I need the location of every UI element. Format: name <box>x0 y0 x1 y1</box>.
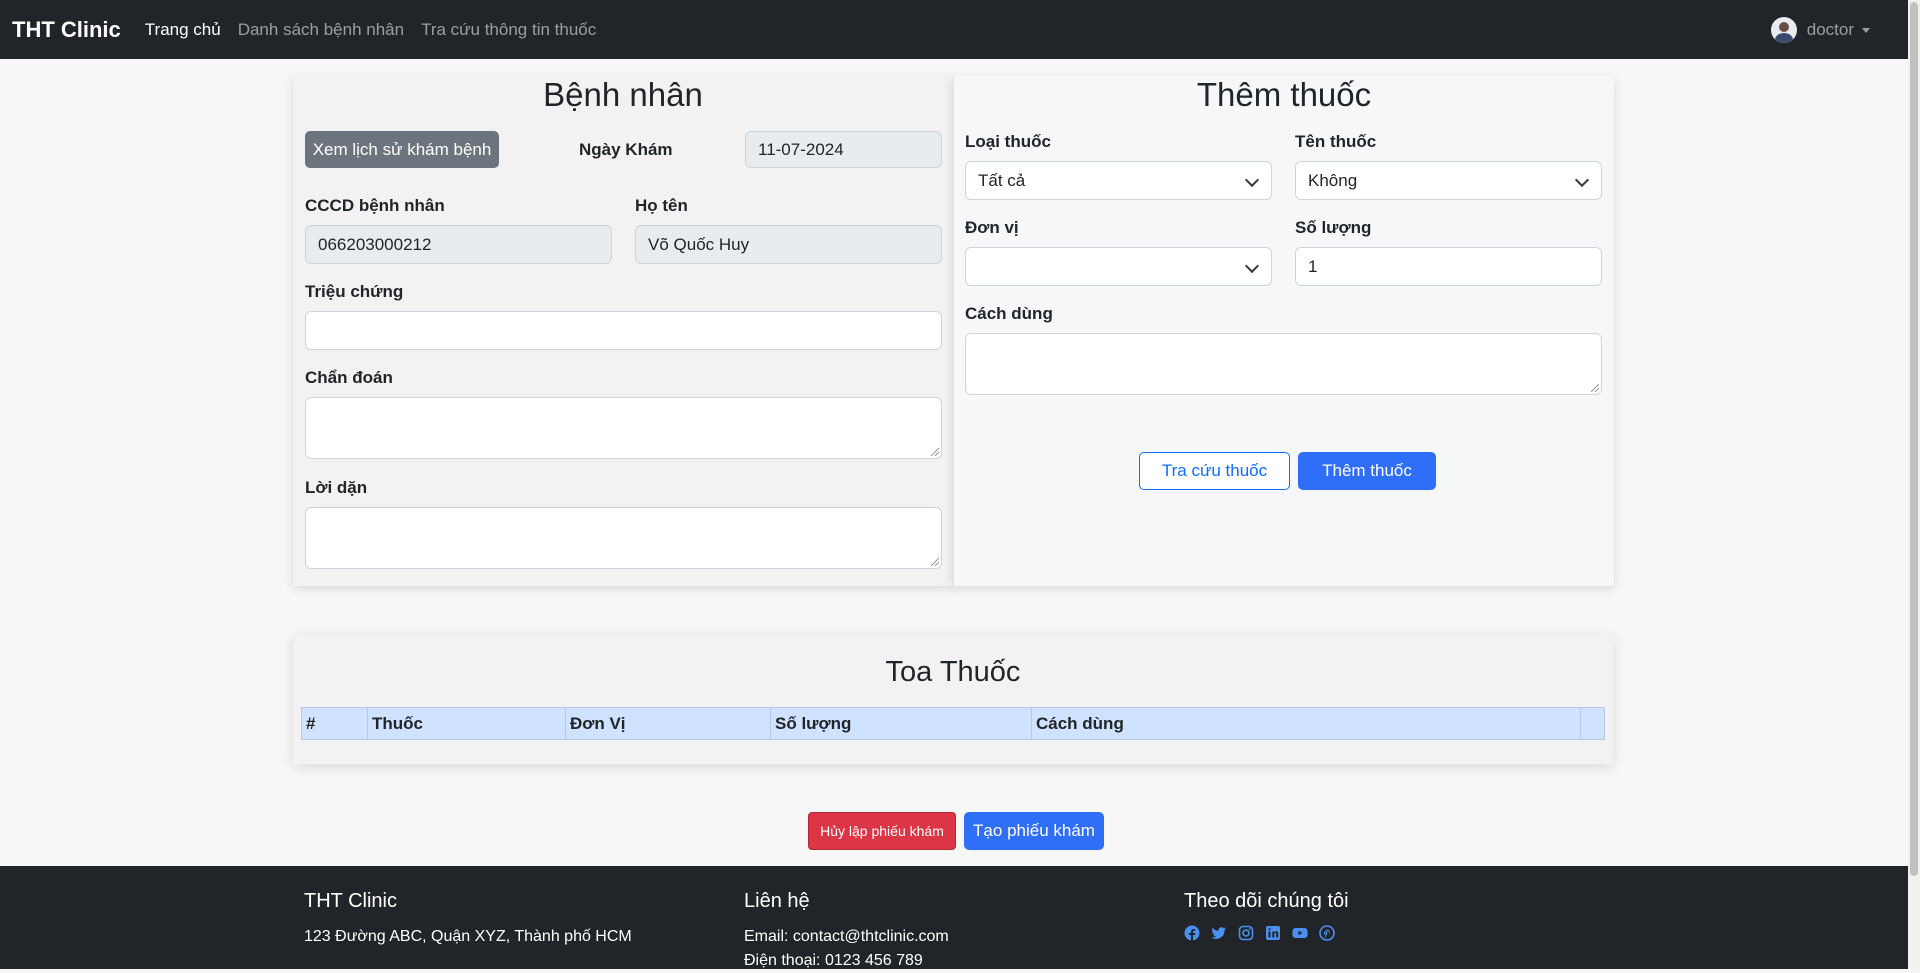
unit-select[interactable] <box>965 247 1272 286</box>
chevron-down-icon <box>1244 258 1260 274</box>
pinterest-icon[interactable] <box>1319 925 1335 941</box>
medicine-name-value: Không <box>1308 170 1358 190</box>
youtube-icon[interactable] <box>1292 925 1308 941</box>
facebook-icon[interactable] <box>1184 925 1200 941</box>
col-quantity: Số lượng <box>770 707 1032 740</box>
resize-handle-icon[interactable] <box>1591 384 1599 392</box>
medicine-name-label: Tên thuốc <box>1295 132 1377 151</box>
patient-title: Bệnh nhân <box>543 76 703 113</box>
table-header-row: # Thuốc Đơn Vị Số lượng Cách dùng <box>301 707 1605 740</box>
advice-label: Lời dặn <box>305 478 368 497</box>
quantity-input[interactable]: 1 <box>1295 247 1602 286</box>
footer-email: Email: contact@thtclinic.com <box>744 928 949 945</box>
scrollbar-thumb[interactable] <box>1910 2 1918 876</box>
cancel-exam-button[interactable]: Hủy lập phiếu khám <box>808 812 956 850</box>
caret-down-icon <box>1862 27 1870 33</box>
medicine-type-value: Tất cả <box>978 170 1026 190</box>
view-history-button[interactable]: Xem lịch sử khám bệnh <box>305 131 499 168</box>
scrollbar[interactable] <box>1908 0 1920 969</box>
nav-patient-list[interactable]: Danh sách bệnh nhân <box>238 20 404 40</box>
cccd-value: 066203000212 <box>318 234 432 254</box>
fullname-value: Võ Quốc Huy <box>648 234 750 254</box>
resize-handle-icon[interactable] <box>931 558 939 566</box>
fullname-label: Họ tên <box>635 196 688 215</box>
symptoms-label: Triệu chứng <box>305 282 404 301</box>
col-medicine: Thuốc <box>367 707 566 740</box>
col-actions <box>1580 707 1605 740</box>
medicine-type-label: Loại thuốc <box>965 132 1051 151</box>
col-index: # <box>301 707 368 740</box>
usage-label: Cách dùng <box>965 304 1053 323</box>
footer-social: Theo dõi chúng tôi <box>1184 890 1349 941</box>
footer-contact: Liên hệ Email: contact@thtclinic.com Điệ… <box>744 890 949 973</box>
avatar <box>1770 17 1797 43</box>
social-links <box>1184 925 1349 941</box>
lookup-medicine-button[interactable]: Tra cứu thuốc <box>1139 452 1290 490</box>
footer-contact-title: Liên hệ <box>744 890 810 912</box>
navbar: THT Clinic Trang chủ Danh sách bệnh nhân… <box>0 0 1908 59</box>
chevron-down-icon <box>1574 172 1590 188</box>
prescription-table: # Thuốc Đơn Vị Số lượng Cách dùng <box>301 707 1605 740</box>
footer-address: 123 Đường ABC, Quận XYZ, Thành phố HCM <box>304 928 632 945</box>
add-medicine-button[interactable]: Thêm thuốc <box>1298 452 1436 490</box>
footer-clinic-title: THT Clinic <box>304 890 397 912</box>
add-medicine-title: Thêm thuốc <box>1196 76 1372 113</box>
usage-textarea[interactable] <box>965 333 1602 395</box>
footer-clinic: THT Clinic 123 Đường ABC, Quận XYZ, Thàn… <box>304 890 632 949</box>
symptoms-input[interactable] <box>305 311 942 350</box>
unit-label: Đơn vị <box>965 218 1019 237</box>
instagram-icon[interactable] <box>1238 925 1254 941</box>
linkedin-icon[interactable] <box>1265 925 1281 941</box>
brand-logo[interactable]: THT Clinic <box>12 17 121 43</box>
diagnosis-label: Chẩn đoán <box>305 368 393 387</box>
quantity-value: 1 <box>1308 256 1318 276</box>
footer-social-title: Theo dõi chúng tôi <box>1184 890 1349 912</box>
diagnosis-textarea[interactable] <box>305 397 942 459</box>
advice-textarea[interactable] <box>305 507 942 569</box>
col-usage: Cách dùng <box>1031 707 1581 740</box>
patient-panel: Bệnh nhân Xem lịch sử khám bệnh Ngày Khá… <box>293 76 953 586</box>
twitter-icon[interactable] <box>1211 925 1227 941</box>
resize-handle-icon[interactable] <box>931 448 939 456</box>
footer-phone: Điện thoại: 0123 456 789 <box>744 952 923 969</box>
fullname-field[interactable]: Võ Quốc Huy <box>635 225 942 264</box>
chevron-down-icon <box>1244 172 1260 188</box>
add-medicine-panel: Thêm thuốc Loại thuốc Tất cả Tên thuốc K… <box>953 76 1614 586</box>
user-name: doctor <box>1806 20 1854 39</box>
footer: THT Clinic 123 Đường ABC, Quận XYZ, Thàn… <box>0 866 1908 969</box>
exam-date-value: 11-07-2024 <box>758 139 844 159</box>
prescription-panel: Toa Thuốc # Thuốc Đơn Vị Số lượng Cách d… <box>293 634 1613 764</box>
col-unit: Đơn Vị <box>565 707 771 740</box>
create-exam-button[interactable]: Tạo phiếu khám <box>964 812 1104 850</box>
cccd-label: CCCD bệnh nhân <box>305 196 445 215</box>
exam-date-label: Ngày Khám <box>579 140 673 159</box>
nav-medicine-lookup[interactable]: Tra cứu thông tin thuốc <box>421 20 596 40</box>
prescription-title: Toa Thuốc <box>885 656 1021 688</box>
medicine-type-select[interactable]: Tất cả <box>965 161 1272 200</box>
cccd-field[interactable]: 066203000212 <box>305 225 612 264</box>
nav-home[interactable]: Trang chủ <box>145 20 221 40</box>
medicine-name-select[interactable]: Không <box>1295 161 1602 200</box>
user-menu[interactable]: doctor <box>1770 17 1870 43</box>
quantity-label: Số lượng <box>1295 218 1372 237</box>
exam-date-field[interactable]: 11-07-2024 <box>745 131 942 168</box>
